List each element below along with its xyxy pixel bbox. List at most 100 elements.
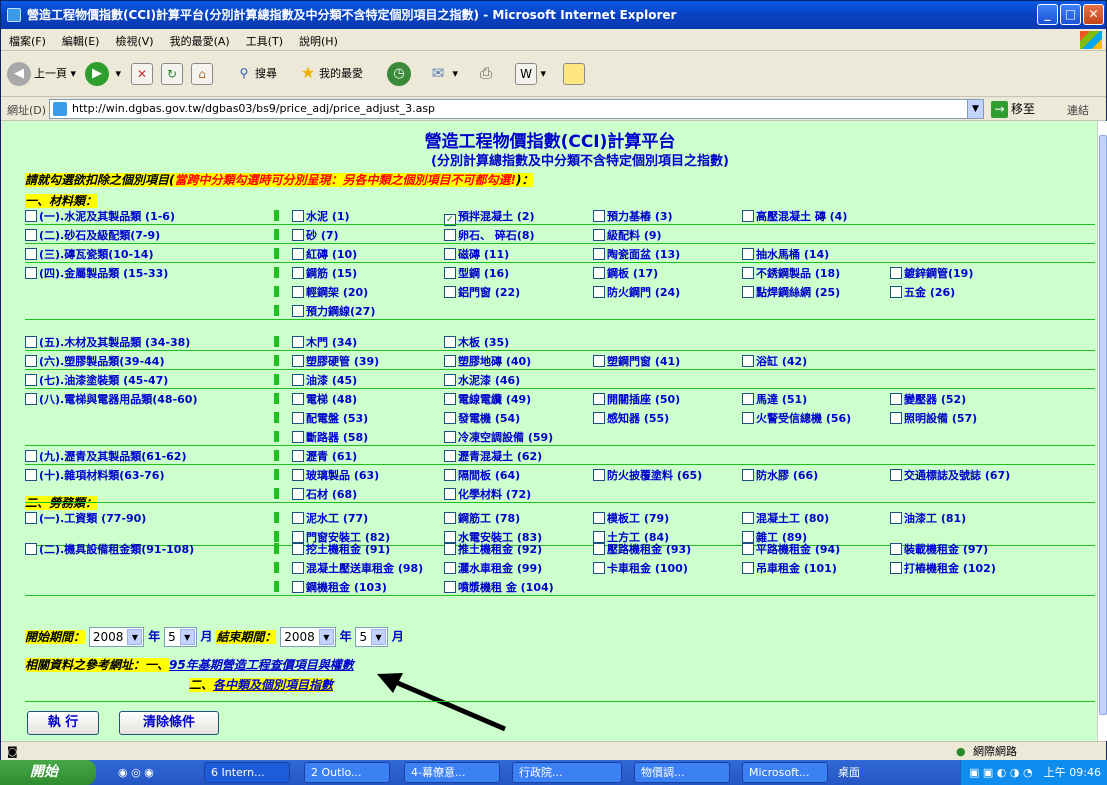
checkbox[interactable] <box>292 248 304 260</box>
checkbox[interactable] <box>890 562 902 574</box>
menu-favorites[interactable]: 我的最愛(A) <box>162 29 238 49</box>
item-checkbox[interactable]: 玻璃製品 (63) <box>292 467 379 483</box>
item-checkbox[interactable]: 鋼板 (17) <box>593 265 658 281</box>
checkbox[interactable] <box>444 374 456 386</box>
search-button[interactable]: ⚲ 搜尋 <box>233 60 277 88</box>
menu-tools[interactable]: 工具(T) <box>238 29 291 49</box>
item-checkbox[interactable]: 噴漿機租 金 (104) <box>444 579 554 595</box>
history-button[interactable]: ◷ <box>387 60 414 88</box>
checkbox[interactable] <box>25 374 37 386</box>
menu-view[interactable]: 檢視(V) <box>107 29 161 49</box>
print-button[interactable]: ⎙ <box>475 60 497 88</box>
item-checkbox[interactable]: 防火披覆塗料 (65) <box>593 467 702 483</box>
checkbox[interactable] <box>593 562 605 574</box>
checkbox[interactable] <box>444 393 456 405</box>
item-checkbox[interactable]: 模板工 (79) <box>593 510 669 526</box>
address-dropdown-icon[interactable]: ▼ <box>967 100 983 118</box>
item-checkbox[interactable]: 照明設備 (57) <box>890 410 977 426</box>
checkbox[interactable] <box>292 286 304 298</box>
checkbox[interactable] <box>292 229 304 241</box>
end-month-select[interactable]: 5 ▼ <box>355 627 389 647</box>
task-ie[interactable]: 6 Intern... <box>204 762 290 783</box>
checkbox[interactable] <box>742 412 754 424</box>
checkbox[interactable] <box>742 543 754 555</box>
maximize-button[interactable]: □ <box>1060 4 1081 25</box>
item-checkbox[interactable]: 抽水馬桶 (14) <box>742 246 829 262</box>
category-checkbox[interactable]: (七).油漆塗裝類 (45-47) <box>25 372 168 388</box>
item-checkbox[interactable]: 瀝青 (61) <box>292 448 357 464</box>
checkbox[interactable] <box>444 248 456 260</box>
links-button[interactable]: 連結 <box>1067 102 1089 118</box>
start-month-select[interactable]: 5 ▼ <box>164 627 197 647</box>
checkbox[interactable] <box>444 562 456 574</box>
checkbox[interactable] <box>25 543 37 555</box>
desktop-toolbar[interactable]: 桌面 <box>838 760 860 785</box>
checkbox[interactable] <box>742 512 754 524</box>
item-checkbox[interactable]: 石材 (68) <box>292 486 357 502</box>
item-checkbox[interactable]: 預力鋼線(27) <box>292 303 375 319</box>
checkbox[interactable] <box>292 562 304 574</box>
checkbox[interactable] <box>742 210 754 222</box>
checkbox[interactable] <box>593 210 605 222</box>
checkbox[interactable] <box>742 562 754 574</box>
checkbox[interactable] <box>890 412 902 424</box>
checkbox[interactable] <box>890 469 902 481</box>
item-checkbox[interactable]: 塑鋼門窗 (41) <box>593 353 680 369</box>
item-checkbox[interactable]: 電梯 (48) <box>292 391 357 407</box>
category-checkbox[interactable]: (九).瀝青及其製品類(61-62) <box>25 448 186 464</box>
item-checkbox[interactable]: 預力基樁 (3) <box>593 208 673 224</box>
checkbox[interactable] <box>25 450 37 462</box>
item-checkbox[interactable]: 裝載機租金 (97) <box>890 541 988 557</box>
checkbox[interactable] <box>292 305 304 317</box>
checkbox[interactable] <box>593 469 605 481</box>
checkbox[interactable] <box>742 355 754 367</box>
item-checkbox[interactable]: 鋼機租金 (103) <box>292 579 387 595</box>
item-checkbox[interactable]: 馬達 (51) <box>742 391 807 407</box>
menu-edit[interactable]: 編輯(E) <box>54 29 108 49</box>
item-checkbox[interactable]: 壓路機租金 (93) <box>593 541 691 557</box>
task-excel[interactable]: Microsoft... <box>742 762 828 783</box>
category-checkbox[interactable]: (十).雜項材料類(63-76) <box>25 467 164 483</box>
checkbox[interactable] <box>292 469 304 481</box>
category-checkbox[interactable]: (六).塑膠製品類(39-44) <box>25 353 164 369</box>
start-button[interactable]: 開始 <box>0 760 96 785</box>
task-cabinet[interactable]: 行政院... <box>512 762 622 783</box>
go-button[interactable]: → 移至 <box>991 100 1049 118</box>
item-checkbox[interactable]: 五金 (26) <box>890 284 955 300</box>
item-checkbox[interactable]: 混凝土工 (80) <box>742 510 829 526</box>
checkbox[interactable] <box>25 229 37 241</box>
item-checkbox[interactable]: 鍍鋅鋼管(19) <box>890 265 973 281</box>
favorites-button[interactable]: ★ 我的最愛 <box>297 60 363 88</box>
checkbox[interactable] <box>593 229 605 241</box>
checkbox[interactable] <box>444 469 456 481</box>
task-folder[interactable]: 4-幕僚意... <box>404 762 500 783</box>
checkbox[interactable] <box>292 412 304 424</box>
task-outlook[interactable]: 2 Outlo... <box>304 762 390 783</box>
checkbox[interactable] <box>292 393 304 405</box>
scroll-thumb[interactable] <box>1099 135 1107 715</box>
checkbox[interactable] <box>25 336 37 348</box>
checkbox[interactable] <box>742 248 754 260</box>
tray-icons[interactable]: ▣ ▣ ◐ ◑ ◔ <box>969 766 1033 779</box>
discuss-button[interactable] <box>563 60 585 88</box>
category-checkbox[interactable]: (三).磚瓦瓷類(10-14) <box>25 246 153 262</box>
item-checkbox[interactable]: 陶瓷面盆 (13) <box>593 246 680 262</box>
end-year-select[interactable]: 2008 ▼ <box>280 627 336 647</box>
checkbox[interactable] <box>292 374 304 386</box>
item-checkbox[interactable]: 卵石、 碎石(8) <box>444 227 535 243</box>
task-price[interactable]: 物價調... <box>634 762 730 783</box>
checkbox[interactable] <box>444 431 456 443</box>
checkbox[interactable] <box>292 431 304 443</box>
checkbox[interactable] <box>444 412 456 424</box>
item-checkbox[interactable]: 感知器 (55) <box>593 410 669 426</box>
item-checkbox[interactable]: 塑膠地磚 (40) <box>444 353 531 369</box>
item-checkbox[interactable]: 火警受信總機 (56) <box>742 410 851 426</box>
item-checkbox[interactable]: 塑膠硬管 (39) <box>292 353 379 369</box>
item-checkbox[interactable]: 不銹鋼製品 (18) <box>742 265 840 281</box>
checkbox[interactable] <box>25 248 37 260</box>
checkbox[interactable] <box>593 267 605 279</box>
category-checkbox[interactable]: (四).金屬製品類 (15-33) <box>25 265 168 281</box>
checkbox[interactable] <box>444 267 456 279</box>
checkbox[interactable] <box>890 267 902 279</box>
checkbox[interactable] <box>890 286 902 298</box>
